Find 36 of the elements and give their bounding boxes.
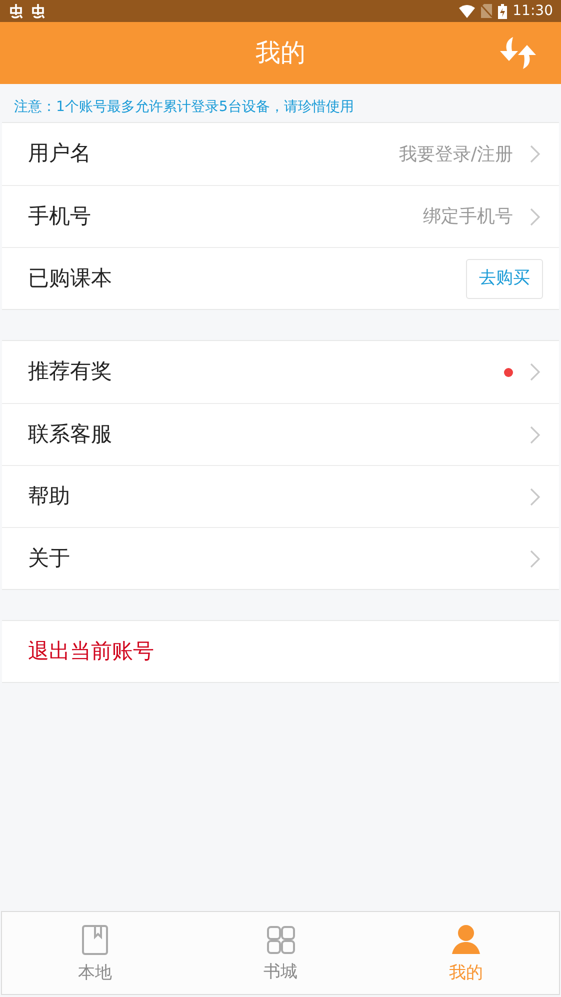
chevron-right-icon [529, 548, 541, 568]
battery-icon [498, 4, 507, 18]
no-sim-icon [480, 4, 492, 18]
app-notification-icon [8, 3, 24, 19]
person-icon [452, 925, 480, 956]
bookmark-book-icon [82, 925, 108, 956]
chevron-right-icon [529, 486, 541, 506]
settings-row[interactable]: 手机号 绑定手机号 [2, 185, 559, 247]
row-label: 帮助 [28, 482, 70, 510]
chevron-right-icon [529, 424, 541, 444]
row-label: 用户名 [28, 140, 91, 168]
chevron-right-icon [529, 362, 541, 382]
row-value: 我要登录/注册 [398, 142, 513, 166]
app-notification-icon [30, 3, 46, 19]
settings-row[interactable]: 用户名 我要登录/注册 [2, 123, 559, 185]
settings-row[interactable]: 帮助 [2, 465, 559, 527]
settings-row[interactable]: 关于 [2, 527, 559, 589]
chevron-right-icon [529, 206, 541, 226]
sync-button[interactable] [499, 35, 537, 71]
wifi-icon [458, 4, 475, 18]
grid-icon [266, 926, 294, 954]
row-label: 手机号 [28, 202, 91, 230]
logout-button[interactable]: 退出当前账号 [2, 620, 559, 683]
page-title: 我的 [256, 37, 306, 70]
settings-row[interactable]: 推荐有奖 [2, 341, 559, 403]
row-label: 关于 [28, 544, 70, 572]
sync-arrows-icon [499, 35, 537, 71]
row-value: 绑定手机号 [423, 205, 513, 229]
settings-row[interactable]: 联系客服 [2, 403, 559, 465]
row-label: 推荐有奖 [28, 358, 112, 386]
chevron-right-icon [529, 144, 541, 164]
row-label: 联系客服 [28, 420, 112, 448]
row-label: 已购课本 [28, 264, 112, 292]
status-time: 11:30 [512, 2, 553, 20]
notice-text: 注意：1个账号最多允许累计登录5台设备，请珍惜使用 [14, 98, 354, 117]
settings-row[interactable]: 已购课本 去购买 [2, 247, 559, 309]
